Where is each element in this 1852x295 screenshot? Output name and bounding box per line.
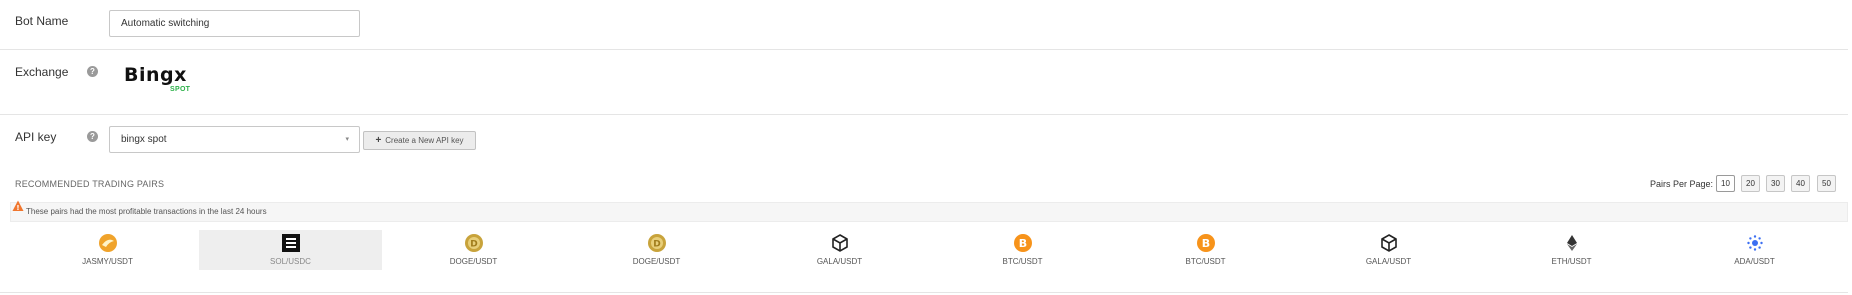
exchange-label: Exchange xyxy=(15,65,69,79)
btc-coin-icon: B xyxy=(1196,234,1215,252)
divider xyxy=(0,49,1848,50)
svg-text:D: D xyxy=(653,240,660,250)
trading-pair-name: ETH/USDT xyxy=(1551,257,1592,266)
notice-bar xyxy=(10,202,1848,222)
trading-pair-item[interactable]: SOL/USDC xyxy=(199,230,382,270)
trading-pair-name: DOGE/USDT xyxy=(632,257,681,266)
svg-text:!: ! xyxy=(16,204,19,212)
trading-pair-name: BTC/USDT xyxy=(1002,257,1043,266)
trading-pair-name: ADA/USDT xyxy=(1734,257,1775,266)
api-key-select[interactable]: bingx spot ▾ xyxy=(109,126,360,153)
ada-coin-icon xyxy=(1746,235,1763,251)
api-key-label: API key xyxy=(15,130,57,144)
trading-pair-item[interactable]: JASMY/USDT xyxy=(16,230,199,270)
help-icon[interactable]: ? xyxy=(87,66,98,77)
gala-coin-icon xyxy=(831,234,848,252)
pairs-per-page-label: Pairs Per Page: xyxy=(1650,179,1714,189)
bingx-logo: Bingx SPOT xyxy=(124,64,204,98)
eth-coin-icon xyxy=(1566,235,1577,251)
btc-coin-icon: B xyxy=(1013,234,1032,252)
api-key-selected-value: bingx spot xyxy=(121,134,167,145)
trading-pair-name: GALA/USDT xyxy=(1365,257,1412,266)
trading-pair-name: DOGE/USDT xyxy=(449,257,498,266)
recommended-pairs-title: RECOMMENDED TRADING PAIRS xyxy=(15,179,165,189)
doge-coin-icon: D xyxy=(647,234,666,252)
trading-pair-name: GALA/USDT xyxy=(816,257,863,266)
pairs-per-page-20-button[interactable]: 20 xyxy=(1741,175,1760,192)
bot-name-label: Bot Name xyxy=(15,14,69,28)
trading-pair-item[interactable]: D DOGE/USDT xyxy=(565,230,748,270)
help-icon[interactable]: ? xyxy=(87,131,98,142)
trading-pair-item[interactable]: B BTC/USDT xyxy=(1114,230,1297,270)
sol-coin-icon xyxy=(281,234,300,252)
warning-icon: ! xyxy=(12,200,24,212)
trading-pair-name: SOL/USDC xyxy=(270,257,311,266)
trading-pair-item[interactable]: D DOGE/USDT xyxy=(382,230,565,270)
plus-icon: + xyxy=(375,135,382,146)
trading-pair-item[interactable]: GALA/USDT xyxy=(748,230,931,270)
bot-name-input[interactable]: Automatic switching xyxy=(109,10,360,37)
logo-subtext: SPOT xyxy=(170,86,191,93)
logo-text: Bingx xyxy=(124,64,187,86)
jasmy-coin-icon xyxy=(98,234,117,252)
svg-text:D: D xyxy=(470,240,477,250)
create-api-key-button[interactable]: + Create a New API key xyxy=(363,131,476,150)
doge-coin-icon: D xyxy=(464,234,483,252)
pairs-per-page-30-button[interactable]: 30 xyxy=(1766,175,1785,192)
svg-text:B: B xyxy=(1018,237,1026,250)
trading-pair-name: BTC/USDT xyxy=(1185,257,1226,266)
trading-pair-item[interactable]: B BTC/USDT xyxy=(931,230,1114,270)
svg-text:B: B xyxy=(1201,237,1209,250)
trading-pair-item[interactable]: ADA/USDT xyxy=(1663,230,1846,270)
trading-pair-item[interactable]: ETH/USDT xyxy=(1480,230,1663,270)
create-api-key-label: Create a New API key xyxy=(385,136,464,145)
trading-pair-name: JASMY/USDT xyxy=(82,257,133,266)
pairs-per-page-50-button[interactable]: 50 xyxy=(1817,175,1836,192)
divider xyxy=(0,292,1848,293)
pairs-per-page-10-button[interactable]: 10 xyxy=(1716,175,1735,192)
pairs-per-page-40-button[interactable]: 40 xyxy=(1791,175,1810,192)
trading-pair-item[interactable]: GALA/USDT xyxy=(1297,230,1480,270)
divider xyxy=(0,114,1848,115)
chevron-down-icon: ▾ xyxy=(345,136,349,143)
notice-text: These pairs had the most profitable tran… xyxy=(26,207,267,216)
gala-coin-icon xyxy=(1380,234,1397,252)
